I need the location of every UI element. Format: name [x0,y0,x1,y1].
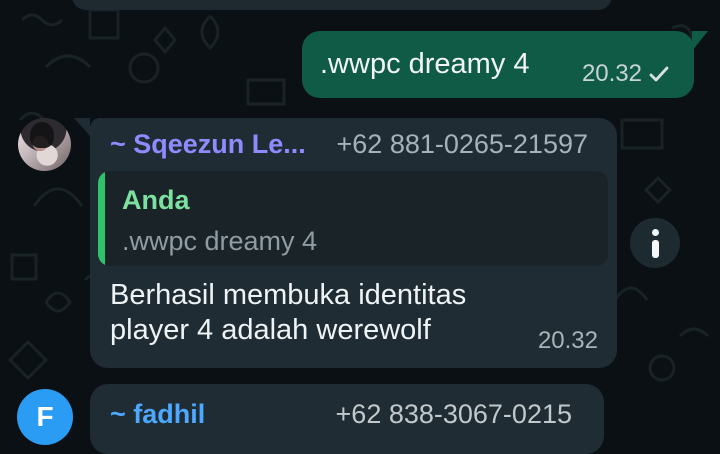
quoted-message-author: Anda [122,185,190,215]
message-line-1: Berhasil membuka identitas [110,279,467,311]
sender-avatar-fadhil[interactable]: F [17,389,73,445]
next-incoming-message-bubble[interactable]: ~ fadhil +62 838-3067-0215 [90,384,604,454]
quoted-message-text: .wwpc dreamy 4 [122,226,318,256]
outgoing-message-meta: 20.32 [582,60,670,88]
outgoing-bubble-tail [692,31,708,51]
next-message-sender-phone[interactable]: +62 838-3067-0215 [336,398,572,430]
previous-message-bubble-fragment [72,0,612,10]
outgoing-message-bubble[interactable]: .wwpc dreamy 4 20.32 [302,31,708,98]
info-icon-stem [652,240,659,258]
outgoing-message-time: 20.32 [581,60,642,87]
incoming-message-bubble[interactable]: ~ Sqeezun Le... +62 881-0265-21597 Anda … [74,118,617,368]
info-icon-dot [652,229,659,236]
quoted-message-card[interactable]: Anda .wwpc dreamy 4 [98,171,608,266]
next-message-sender-line: ~ fadhil +62 838-3067-0215 [110,398,584,432]
incoming-message-time: 20.32 [537,327,598,354]
sender-name[interactable]: ~ Sqeezun Le... [110,128,306,160]
avatar-letter: F [36,401,54,432]
incoming-bubble-tail [74,118,90,136]
quote-accent-bar [98,171,105,266]
check-icon [648,63,670,85]
sender-line: ~ Sqeezun Le... +62 881-0265-21597 [110,128,598,164]
next-message-sender-name[interactable]: ~ fadhil [110,398,205,430]
outgoing-message-text: .wwpc dreamy 4 [320,48,530,80]
incoming-message-body: Berhasil membuka identitas player 4 adal… [110,278,500,348]
info-icon[interactable] [630,218,680,268]
message-line-2: player 4 adalah werewolf [110,314,431,346]
sender-phone[interactable]: +62 881-0265-21597 [337,128,588,160]
sender-avatar-sqeezun[interactable] [18,118,71,171]
